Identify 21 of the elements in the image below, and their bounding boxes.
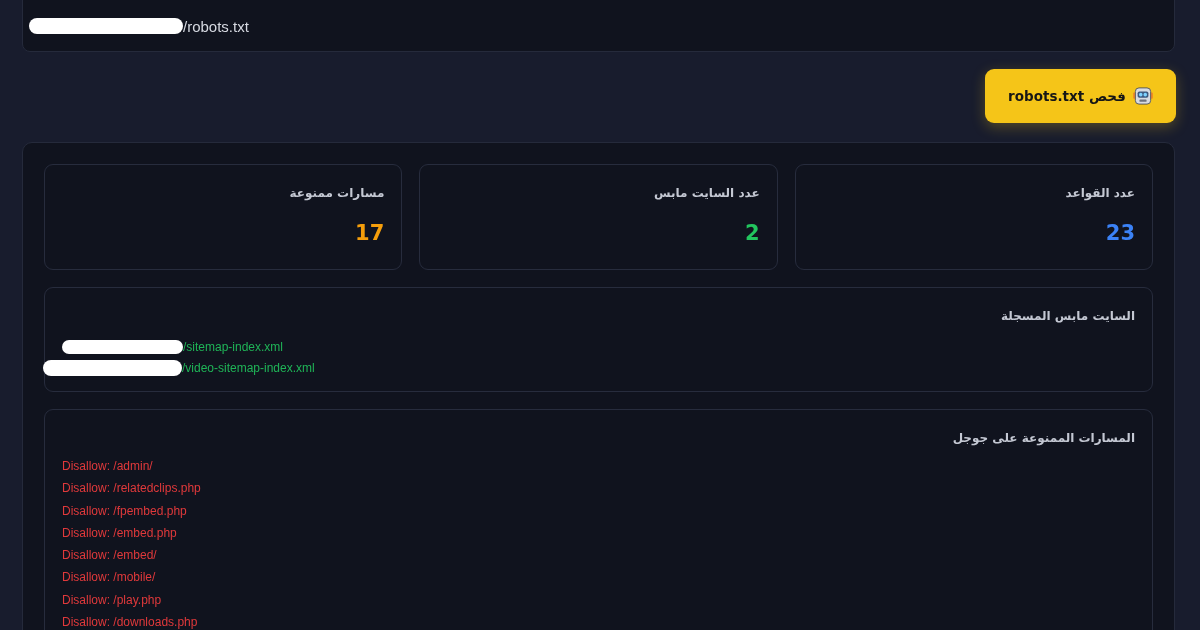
stat-label: عدد السايت مابس xyxy=(654,185,760,201)
disallow-rule: Disallow: /relatedclips.php xyxy=(62,480,201,498)
disallow-rule: Disallow: /admin/ xyxy=(62,458,153,475)
disallow-rule: Disallow: /mobile/ xyxy=(62,569,156,587)
disallow-rule: Disallow: /downloads.php xyxy=(62,614,198,630)
stat-label: عدد القواعد xyxy=(1065,185,1135,201)
stat-value: 17 xyxy=(355,220,385,247)
disallow-rule: Disallow: /embed.php xyxy=(62,524,177,542)
sitemap-link[interactable]: /sitemap-index.xml xyxy=(183,339,284,354)
card-title: السايت مابس المسجلة xyxy=(1001,308,1135,324)
robot-icon xyxy=(1132,87,1153,105)
url-field[interactable]: /robots.txt xyxy=(22,0,1175,52)
sitemap-link[interactable]: /video-sitemap-index.xml xyxy=(182,360,315,375)
card-title: المسارات الممنوعة على جوجل xyxy=(952,430,1135,446)
disallow-rule: Disallow: /play.php xyxy=(62,591,162,609)
stat-value: 23 xyxy=(1105,220,1135,247)
disallow-rule: Disallow: /embed/ xyxy=(62,547,157,565)
stat-label: مسارات ممنوعة xyxy=(289,185,385,201)
check-button[interactable]: فحص robots.txt xyxy=(985,69,1176,123)
disallow-rule: Disallow: /fpembed.php xyxy=(62,502,187,520)
stat-value: 2 xyxy=(745,220,760,247)
